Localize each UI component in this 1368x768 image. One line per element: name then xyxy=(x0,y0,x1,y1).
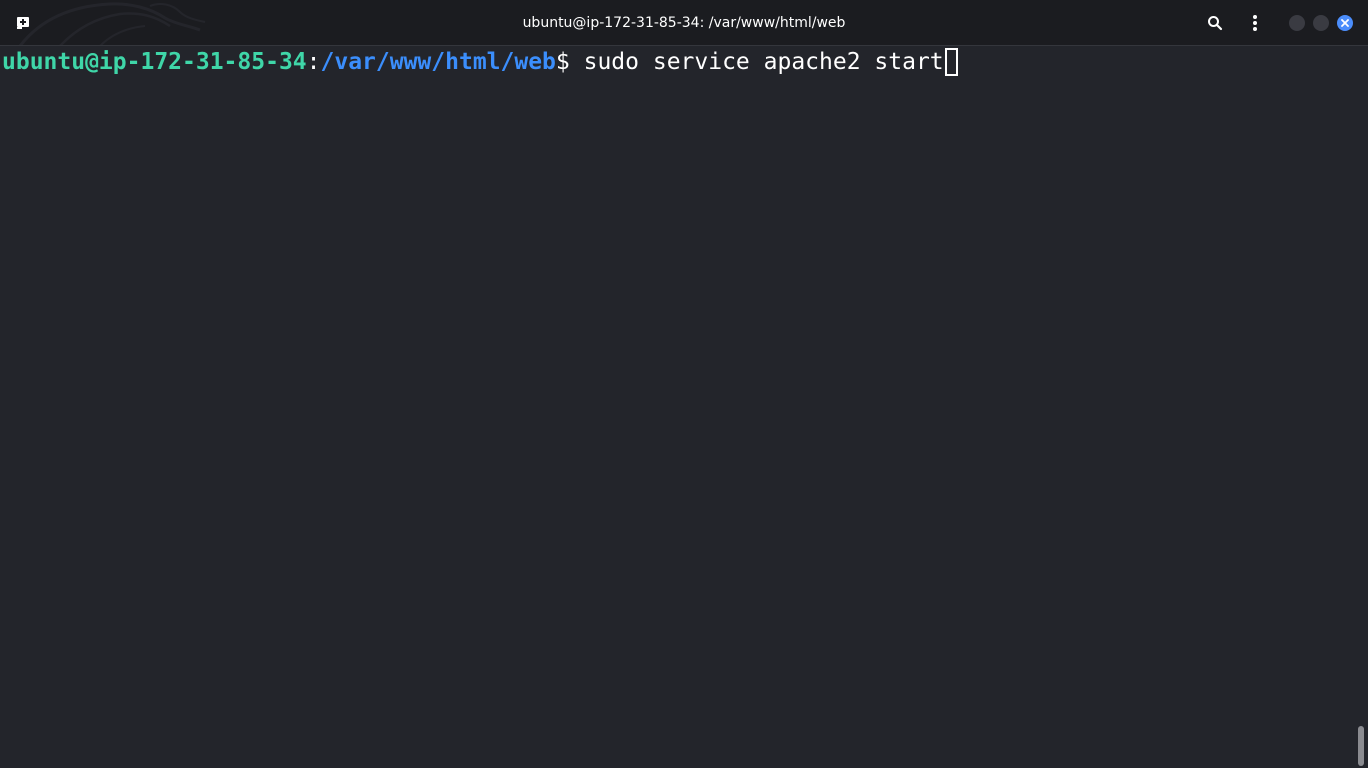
minimize-button[interactable] xyxy=(1289,15,1305,31)
terminal-window: ubuntu@ip-172-31-85-34: /var/www/html/we… xyxy=(0,0,1368,768)
prompt-line: ubuntu@ip-172-31-85-34:/var/www/html/web… xyxy=(2,47,958,77)
title-bar[interactable]: ubuntu@ip-172-31-85-34: /var/www/html/we… xyxy=(0,0,1368,46)
maximize-button[interactable] xyxy=(1313,15,1329,31)
close-button[interactable] xyxy=(1337,15,1353,31)
window-title: ubuntu@ip-172-31-85-34: /var/www/html/we… xyxy=(522,15,846,31)
search-button[interactable] xyxy=(1203,11,1227,35)
menu-button[interactable] xyxy=(1243,11,1267,35)
close-icon xyxy=(1341,19,1349,27)
prompt-user-host: ubuntu@ip-172-31-85-34 xyxy=(2,49,307,75)
scrollbar-thumb[interactable] xyxy=(1358,726,1364,766)
prompt-symbol: $ xyxy=(555,49,584,75)
prompt-path: /var/www/html/web xyxy=(320,49,556,75)
terminal-output[interactable]: ubuntu@ip-172-31-85-34:/var/www/html/web… xyxy=(0,47,1354,768)
prompt-separator: : xyxy=(306,49,321,75)
kebab-menu-icon xyxy=(1253,15,1257,31)
command-input[interactable]: sudo service apache2 start xyxy=(584,47,944,77)
vertical-scrollbar[interactable] xyxy=(1354,47,1368,768)
text-cursor xyxy=(944,48,958,76)
search-icon xyxy=(1208,16,1223,31)
